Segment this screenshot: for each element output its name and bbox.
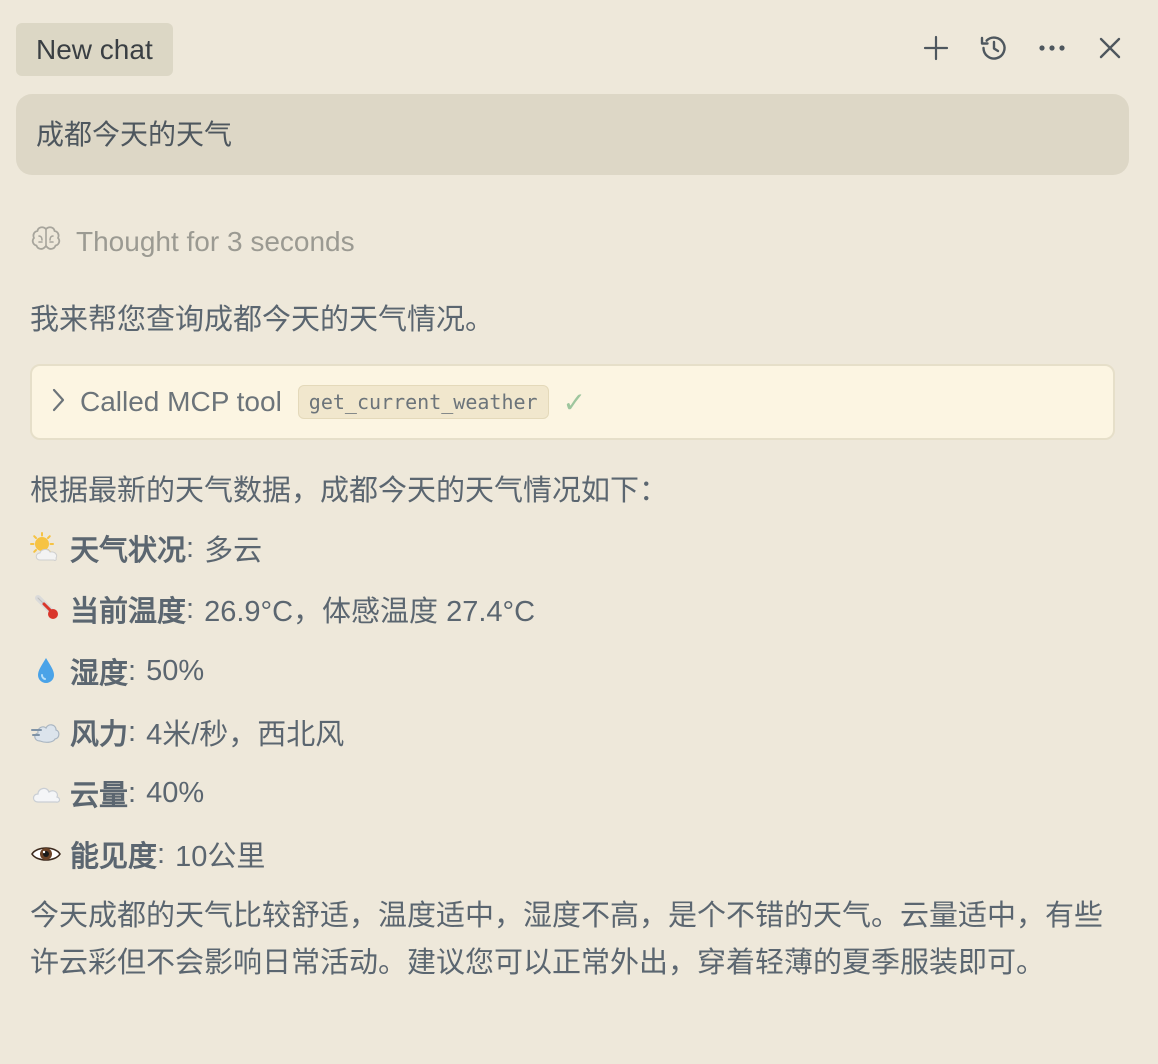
header-actions xyxy=(918,30,1128,66)
cloud-icon xyxy=(30,777,62,809)
more-icon[interactable] xyxy=(1034,30,1070,66)
user-message[interactable]: 成都今天的天气 xyxy=(16,94,1129,175)
tool-name-badge: get_current_weather xyxy=(297,385,549,419)
weather-item-humidity: 湿度: 50% xyxy=(30,649,204,693)
thermometer-icon xyxy=(30,593,62,625)
thought-indicator[interactable]: Thought for 3 seconds xyxy=(30,222,355,262)
weather-key: 湿度 xyxy=(70,658,129,690)
chat-header: New chat xyxy=(0,0,1158,96)
weather-key: 云量 xyxy=(70,780,129,812)
weather-item-temperature: 当前温度: 26.9°C，体感温度 27.4°C xyxy=(30,587,535,631)
weather-key: 当前温度 xyxy=(70,596,187,628)
history-icon[interactable] xyxy=(976,30,1012,66)
check-icon: ✓ xyxy=(562,386,587,418)
weather-value: 4米/秒，西北风 xyxy=(146,719,345,751)
sun-behind-cloud-icon xyxy=(30,532,62,564)
tab-new-chat[interactable]: New chat xyxy=(16,23,173,76)
weather-value: 10公里 xyxy=(175,841,266,873)
tool-call-box[interactable]: Called MCP tool get_current_weather ✓ xyxy=(30,364,1115,440)
wind-icon xyxy=(30,716,62,748)
new-chat-icon[interactable] xyxy=(918,30,954,66)
assistant-intro: 我来帮您查询成都今天的天气情况。 xyxy=(30,304,495,336)
weather-value: 26.9°C，体感温度 27.4°C xyxy=(204,596,536,628)
weather-item-cloud-cover: 云量: 40% xyxy=(30,771,204,815)
close-icon[interactable] xyxy=(1092,30,1128,66)
weather-key: 风力 xyxy=(70,719,129,751)
brain-icon xyxy=(30,225,62,260)
weather-value: 50% xyxy=(146,654,205,687)
weather-value: 40% xyxy=(146,776,205,809)
chevron-right-icon[interactable] xyxy=(50,387,66,418)
droplet-icon xyxy=(30,655,62,687)
weather-item-wind: 风力: 4米/秒，西北风 xyxy=(30,710,344,754)
weather-value: 多云 xyxy=(204,535,263,567)
weather-key: 天气状况 xyxy=(70,535,187,567)
weather-key: 能见度 xyxy=(70,841,158,873)
assistant-summary: 今天成都的天气比较舒适，温度适中，湿度不高，是个不错的天气。云量适中，有些许云彩… xyxy=(30,900,1104,979)
tool-call-label: Called MCP tool xyxy=(80,386,282,417)
weather-lead: 根据最新的天气数据，成都今天的天气情况如下： xyxy=(30,475,669,507)
eye-icon xyxy=(30,838,62,870)
chat-panel: New chat 成都今天的天气 Thought for 3 seconds 我… xyxy=(0,0,1158,1064)
weather-item-visibility: 能见度: 10公里 xyxy=(30,832,265,876)
weather-item-condition: 天气状况: 多云 xyxy=(30,526,262,570)
thought-label: Thought for 3 seconds xyxy=(76,226,355,257)
